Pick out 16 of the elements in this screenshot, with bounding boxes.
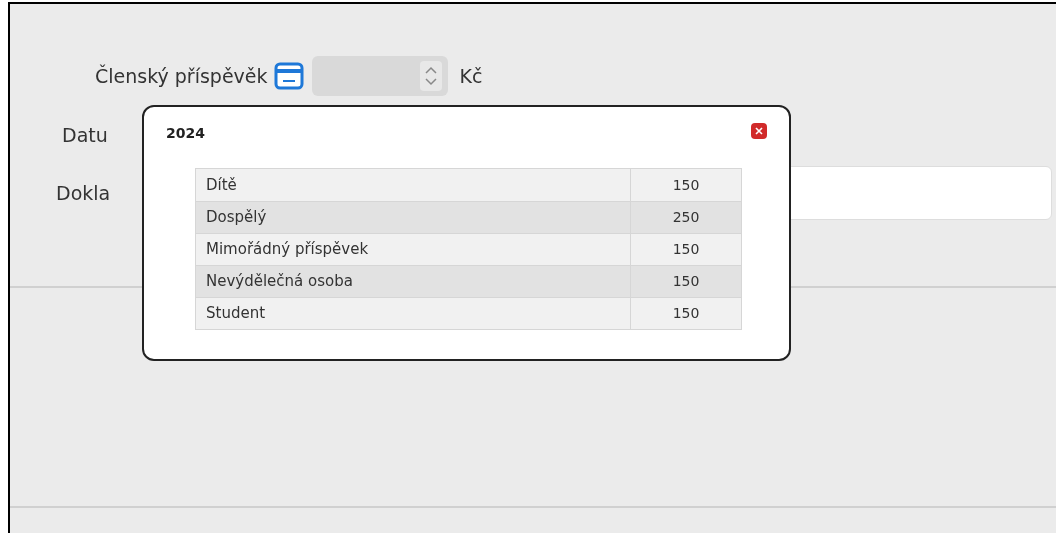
close-icon: [755, 127, 763, 135]
table-cell: Student: [196, 298, 631, 329]
table-cell-text: 150: [671, 272, 701, 291]
unit-label: Kč: [459, 63, 483, 89]
field-label: Dokla: [56, 180, 111, 206]
table-cell-text: 150: [671, 304, 701, 323]
field-label: Datu: [62, 122, 108, 148]
popup-title: 2024: [166, 124, 205, 143]
table-cell-text: 150: [671, 240, 701, 259]
card-icon[interactable]: [273, 62, 304, 90]
table-cell-text: 150: [671, 175, 701, 195]
table-cell-text: 250: [671, 208, 701, 227]
spinner-icon[interactable]: [419, 61, 442, 91]
close-button[interactable]: [751, 123, 767, 139]
number-field[interactable]: [311, 56, 448, 96]
field-label: Členský příspěvěk: [95, 63, 268, 89]
